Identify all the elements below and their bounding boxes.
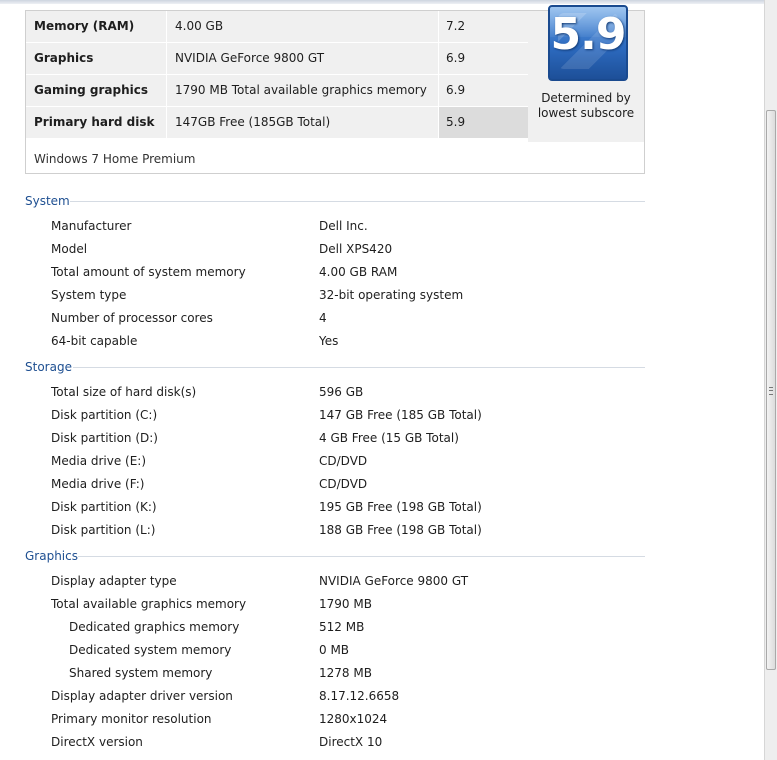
detail-value: 1278 MB bbox=[319, 666, 372, 680]
score-row-gaming-graphics: Gaming graphics 1790 MB Total available … bbox=[26, 75, 528, 107]
detail-value: 147 GB Free (185 GB Total) bbox=[319, 408, 482, 422]
detail-label: Display adapter driver version bbox=[51, 689, 233, 703]
component-name: Primary hard disk bbox=[34, 115, 155, 129]
detail-label: DirectX version bbox=[51, 735, 143, 749]
scrollbar-grip-icon bbox=[769, 387, 773, 395]
component-name: Gaming graphics bbox=[34, 83, 148, 97]
component-description: NVIDIA GeForce 9800 GT bbox=[175, 51, 325, 65]
detail-value: Dell Inc. bbox=[319, 219, 368, 233]
component-name: Graphics bbox=[34, 51, 94, 65]
section-rule bbox=[70, 201, 645, 202]
column-divider bbox=[166, 107, 167, 138]
detail-label: Dedicated system memory bbox=[69, 643, 232, 657]
base-score-caption: Determined by lowest subscore bbox=[528, 91, 644, 121]
detail-value: 188 GB Free (198 GB Total) bbox=[319, 523, 482, 537]
column-divider bbox=[166, 43, 167, 74]
section-title-storage: Storage bbox=[25, 360, 72, 374]
section-title-system: System bbox=[25, 194, 70, 208]
base-caption-line-2: lowest subscore bbox=[537, 106, 635, 120]
section-rule bbox=[73, 367, 645, 368]
detail-value: 195 GB Free (198 GB Total) bbox=[319, 500, 482, 514]
base-score-badge: 5.9 bbox=[548, 5, 628, 81]
detail-value: 0 MB bbox=[319, 643, 350, 657]
section-rule bbox=[78, 556, 645, 557]
score-panel: Memory (RAM) 4.00 GB 7.2 Graphics NVIDIA… bbox=[25, 5, 645, 174]
detail-value: DirectX 10 bbox=[319, 735, 383, 749]
detail-label: Model bbox=[51, 242, 88, 256]
detail-value: 1790 MB bbox=[319, 597, 372, 611]
detail-label: Disk partition (D:) bbox=[51, 431, 158, 445]
detail-label: Disk partition (C:) bbox=[51, 408, 158, 422]
detail-value: CD/DVD bbox=[319, 477, 368, 491]
column-divider bbox=[166, 11, 167, 42]
subscore: 6.9 bbox=[438, 43, 528, 74]
detail-value: Yes bbox=[319, 334, 339, 348]
windows-edition: Windows 7 Home Premium bbox=[34, 152, 196, 166]
detail-value: 32-bit operating system bbox=[319, 288, 464, 302]
detail-label: Media drive (F:) bbox=[51, 477, 145, 491]
section-title-graphics: Graphics bbox=[25, 549, 78, 563]
component-description: 1790 MB Total available graphics memory bbox=[175, 83, 427, 97]
detail-label: Total amount of system memory bbox=[51, 265, 246, 279]
subscore-lowest: 5.9 bbox=[438, 107, 528, 138]
detail-label: Media drive (E:) bbox=[51, 454, 147, 468]
detail-label: Display adapter type bbox=[51, 574, 177, 588]
detail-value: 4.00 GB RAM bbox=[319, 265, 398, 279]
component-description: 4.00 GB bbox=[175, 19, 224, 33]
base-score-value: 5.9 bbox=[550, 9, 626, 60]
detail-label: Dedicated graphics memory bbox=[69, 620, 240, 634]
score-row-memory: Memory (RAM) 4.00 GB 7.2 bbox=[26, 11, 528, 43]
subscore: 6.9 bbox=[438, 75, 528, 106]
detail-label: Primary monitor resolution bbox=[51, 712, 212, 726]
detail-label: Total available graphics memory bbox=[51, 597, 247, 611]
detail-value: 8.17.12.6658 bbox=[319, 689, 400, 703]
score-row-primary-hard-disk: Primary hard disk 147GB Free (185GB Tota… bbox=[26, 107, 528, 139]
detail-value: NVIDIA GeForce 9800 GT bbox=[319, 574, 469, 588]
detail-value: 4 GB Free (15 GB Total) bbox=[319, 431, 459, 445]
detail-value: CD/DVD bbox=[319, 454, 368, 468]
detail-label: System type bbox=[51, 288, 127, 302]
detail-label: Shared system memory bbox=[69, 666, 213, 680]
detail-label: 64-bit capable bbox=[51, 334, 138, 348]
detail-label: Number of processor cores bbox=[51, 311, 213, 325]
detail-label: Disk partition (K:) bbox=[51, 500, 157, 514]
detail-value: Dell XPS420 bbox=[319, 242, 393, 256]
detail-label: Disk partition (L:) bbox=[51, 523, 156, 537]
detail-value: 4 bbox=[319, 311, 327, 325]
detail-label: Total size of hard disk(s) bbox=[51, 385, 197, 399]
subscore: 7.2 bbox=[438, 11, 528, 42]
vertical-scrollbar[interactable] bbox=[764, 0, 777, 760]
detail-value: 596 GB bbox=[319, 385, 364, 399]
base-score-box: 5.9 Determined by lowest subscore bbox=[528, 5, 644, 142]
detail-label: Manufacturer bbox=[51, 219, 132, 233]
scrollbar-thumb[interactable] bbox=[766, 110, 776, 670]
score-row-graphics: Graphics NVIDIA GeForce 9800 GT 6.9 bbox=[26, 43, 528, 75]
window-top-strip bbox=[0, 0, 764, 4]
detail-value: 512 MB bbox=[319, 620, 365, 634]
column-divider bbox=[166, 75, 167, 106]
detail-value: 1280x1024 bbox=[319, 712, 388, 726]
component-description: 147GB Free (185GB Total) bbox=[175, 115, 331, 129]
component-name: Memory (RAM) bbox=[34, 19, 135, 33]
base-caption-line-1: Determined by bbox=[541, 91, 631, 105]
